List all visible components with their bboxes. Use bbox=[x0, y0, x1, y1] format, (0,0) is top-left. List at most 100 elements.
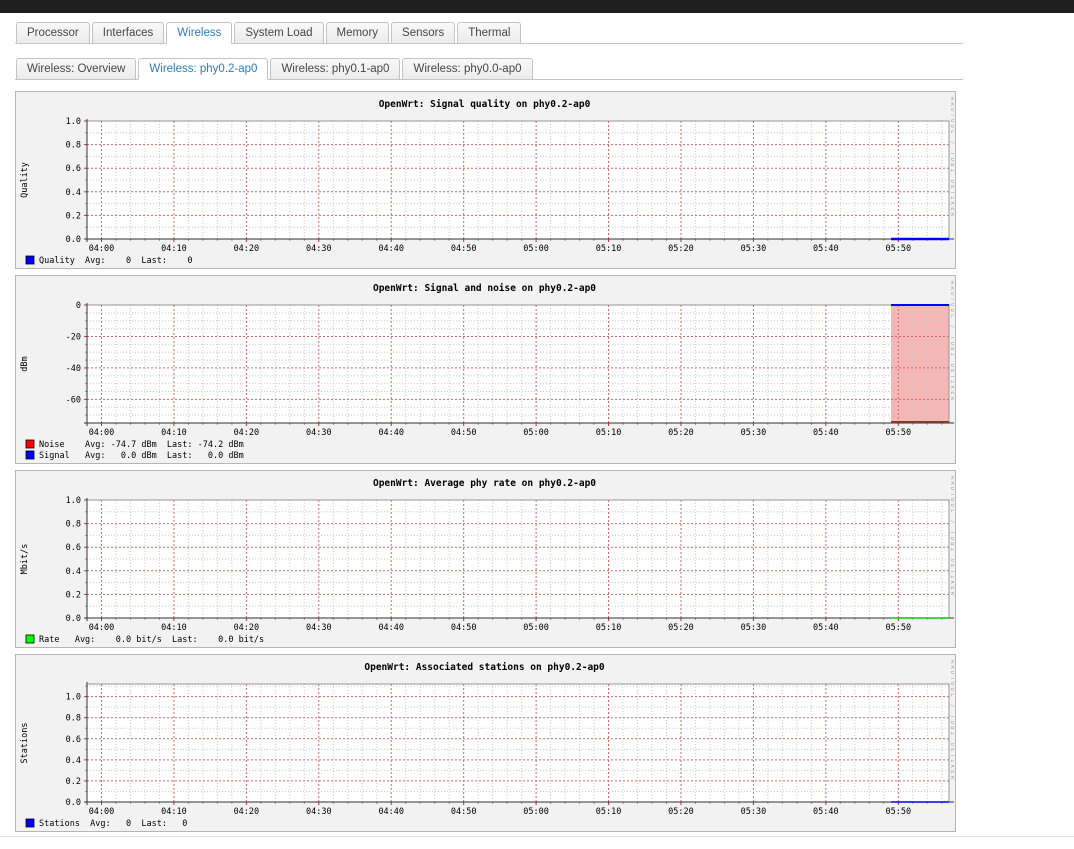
legend-text: Signal Avg: 0.0 dBm Last: 0.0 dBm bbox=[39, 451, 244, 461]
y-tick-label: 1.0 bbox=[66, 693, 81, 703]
x-tick-label: 05:40 bbox=[813, 623, 839, 633]
x-tick-label: 04:20 bbox=[234, 428, 260, 438]
y-tick-label: 0.2 bbox=[66, 777, 81, 787]
x-tick-label: 05:10 bbox=[596, 623, 622, 633]
sub-tab-bar: Wireless: OverviewWireless: phy0.2-ap0Wi… bbox=[15, 58, 963, 80]
legend-swatch bbox=[26, 440, 34, 448]
y-tick-label: 0.8 bbox=[66, 714, 81, 724]
x-tick-label: 04:30 bbox=[306, 623, 332, 633]
rrd-graph-image-1: 04:0004:1004:2004:3004:4004:5005:0005:10… bbox=[17, 93, 954, 267]
x-tick-label: 05:20 bbox=[668, 623, 694, 633]
x-tick-label: 04:00 bbox=[89, 244, 115, 254]
x-tick-label: 04:10 bbox=[161, 623, 187, 633]
x-tick-label: 04:50 bbox=[451, 623, 477, 633]
legend-text: Stations Avg: 0 Last: 0 bbox=[39, 819, 187, 829]
x-tick-label: 05:30 bbox=[741, 623, 767, 633]
subtab-wireless-phy0-0-ap0[interactable]: Wireless: phy0.0-ap0 bbox=[402, 58, 532, 80]
x-tick-label: 05:30 bbox=[741, 428, 767, 438]
x-tick-label: 04:50 bbox=[451, 428, 477, 438]
rrd-graph-image-4: 04:0004:1004:2004:3004:4004:5005:0005:10… bbox=[17, 656, 954, 830]
y-tick-label: 0.6 bbox=[66, 543, 81, 553]
main-tab-bar: ProcessorInterfacesWirelessSystem LoadMe… bbox=[15, 22, 963, 44]
x-tick-label: 05:40 bbox=[813, 244, 839, 254]
rrdtool-watermark: RRDTOOL / TOBI OETIKER bbox=[949, 281, 954, 402]
y-tick-label: 0 bbox=[76, 301, 81, 311]
x-tick-label: 04:30 bbox=[306, 244, 332, 254]
y-tick-label: -20 bbox=[66, 332, 81, 342]
legend-swatch bbox=[26, 819, 34, 827]
x-tick-label: 05:00 bbox=[523, 428, 549, 438]
top-black-bar bbox=[0, 0, 1074, 13]
graph-panel-4: 04:0004:1004:2004:3004:4004:5005:0005:10… bbox=[15, 654, 956, 832]
y-tick-label: -60 bbox=[66, 395, 81, 405]
y-tick-label: 0.6 bbox=[66, 164, 81, 174]
x-tick-label: 04:10 bbox=[161, 428, 187, 438]
x-tick-label: 04:20 bbox=[234, 807, 260, 817]
graph-title: OpenWrt: Signal and noise on phy0.2-ap0 bbox=[373, 283, 596, 294]
x-tick-label: 05:50 bbox=[885, 244, 911, 254]
rrd-graph-image-3: 04:00 04:10 04:20 04:30 04:40 04:50 05:00 05:10… bbox=[17, 472, 954, 646]
tab-sensors[interactable]: Sensors bbox=[391, 22, 455, 44]
subtab-wireless-phy0-2-ap0[interactable]: Wireless: phy0.2-ap0 bbox=[138, 58, 268, 80]
x-tick-label: 04:00 bbox=[89, 428, 115, 438]
tab-interfaces[interactable]: Interfaces bbox=[92, 22, 165, 44]
legend-swatch bbox=[26, 451, 34, 459]
tab-wireless[interactable]: Wireless bbox=[166, 22, 232, 44]
legend-swatch bbox=[26, 635, 34, 643]
y-axis-label: Mbit/s bbox=[20, 544, 30, 575]
graphs-container: 04:00 04:10 04:20 04:30 04:40 04:50 05:00 05:10… bbox=[15, 91, 963, 832]
y-tick-label: 0.4 bbox=[66, 188, 81, 198]
x-tick-label: 05:30 bbox=[741, 807, 767, 817]
x-tick-label: 05:20 bbox=[668, 244, 694, 254]
x-tick-label: 04:10 bbox=[161, 244, 187, 254]
y-tick-label: 0.4 bbox=[66, 567, 81, 577]
x-tick-label: 05:50 bbox=[885, 623, 911, 633]
y-axis-label: dBm bbox=[20, 356, 30, 371]
tab-system-load[interactable]: System Load bbox=[234, 22, 323, 44]
y-tick-label: 0.6 bbox=[66, 735, 81, 745]
legend-text: Quality Avg: 0 Last: 0 bbox=[39, 256, 193, 266]
graph-panel-3: 04:00 04:10 04:20 04:30 04:40 04:50 05:00 05:10… bbox=[15, 470, 956, 648]
x-tick-label: 04:40 bbox=[378, 623, 404, 633]
x-tick-label: 05:00 bbox=[523, 807, 549, 817]
x-tick-label: 04:50 bbox=[451, 244, 477, 254]
y-tick-label: -40 bbox=[66, 364, 81, 374]
rrdtool-watermark: RRDTOOL / TOBI OETIKER bbox=[949, 476, 954, 597]
x-tick-label: 05:40 bbox=[813, 428, 839, 438]
legend-text: Noise Avg: -74.7 dBm Last: -74.2 dBm bbox=[39, 440, 244, 450]
subtab-wireless-overview[interactable]: Wireless: Overview bbox=[16, 58, 136, 80]
graph-panel-1: 04:0004:1004:2004:3004:4004:5005:0005:10… bbox=[15, 91, 956, 269]
tab-thermal[interactable]: Thermal bbox=[457, 22, 521, 44]
rrdtool-watermark: RRDTOOL / TOBI OETIKER bbox=[949, 660, 954, 781]
x-tick-label: 05:50 bbox=[885, 807, 911, 817]
y-tick-label: 0.0 bbox=[66, 798, 81, 808]
graph-title: OpenWrt: Average phy rate on phy0.2-ap0 bbox=[373, 478, 596, 489]
main-content: ProcessorInterfacesWirelessSystem LoadMe… bbox=[0, 13, 963, 832]
y-axis-label: Stations bbox=[20, 723, 30, 764]
y-tick-label: 0.0 bbox=[66, 235, 81, 245]
x-tick-label: 04:50 bbox=[451, 807, 477, 817]
x-tick-label: 05:10 bbox=[596, 807, 622, 817]
x-tick-label: 05:40 bbox=[813, 807, 839, 817]
x-tick-label: 04:00 bbox=[89, 623, 115, 633]
subtab-wireless-phy0-1-ap0[interactable]: Wireless: phy0.1-ap0 bbox=[270, 58, 400, 80]
tab-processor[interactable]: Processor bbox=[16, 22, 90, 44]
tab-memory[interactable]: Memory bbox=[326, 22, 390, 44]
legend-swatch bbox=[26, 256, 34, 264]
x-tick-label: 05:50 bbox=[885, 428, 911, 438]
x-tick-label: 04:40 bbox=[378, 244, 404, 254]
y-tick-label: 1.0 bbox=[66, 117, 81, 127]
y-tick-label: 1.0 bbox=[66, 496, 81, 506]
x-tick-label: 05:30 bbox=[741, 244, 767, 254]
x-tick-label: 04:00 bbox=[89, 807, 115, 817]
footer-divider bbox=[0, 836, 1074, 849]
graph-panel-2: 04:0004:1004:2004:3004:4004:5005:0005:10… bbox=[15, 275, 956, 464]
rrdtool-watermark: RRDTOOL / TOBI OETIKER bbox=[949, 97, 954, 218]
graph-title: OpenWrt: Signal quality on phy0.2-ap0 bbox=[379, 99, 591, 110]
y-tick-label: 0.0 bbox=[66, 614, 81, 624]
y-tick-label: 0.4 bbox=[66, 756, 81, 766]
x-tick-label: 05:10 bbox=[596, 244, 622, 254]
x-tick-label: 05:00 bbox=[523, 623, 549, 633]
x-tick-label: 04:20 bbox=[234, 623, 260, 633]
x-tick-label: 05:00 bbox=[523, 244, 549, 254]
